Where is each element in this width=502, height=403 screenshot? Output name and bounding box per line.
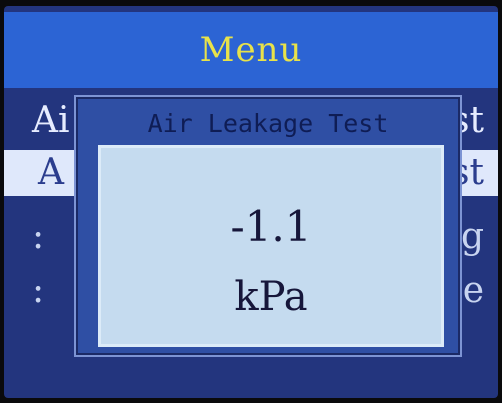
title-bar: Menu [4, 12, 498, 88]
menu-item-label: A [38, 152, 64, 193]
menu-item-label: : [32, 270, 45, 311]
menu-item-label: : [32, 216, 45, 257]
page-title: Menu [199, 30, 303, 70]
menu-item-suffix: e [462, 270, 484, 311]
pressure-value: -1.1 [230, 202, 312, 251]
air-leakage-dialog: Air Leakage Test -1.1 kPa [76, 97, 460, 355]
lcd-screen: Menu Ai st A st : g : e Air Leakage Test… [4, 6, 498, 398]
pressure-unit: kPa [234, 274, 308, 320]
dialog-title: Air Leakage Test [147, 109, 389, 138]
menu-item-label: Ai [32, 100, 70, 141]
dialog-body: -1.1 kPa [98, 145, 444, 347]
menu-item-suffix: g [460, 216, 484, 257]
